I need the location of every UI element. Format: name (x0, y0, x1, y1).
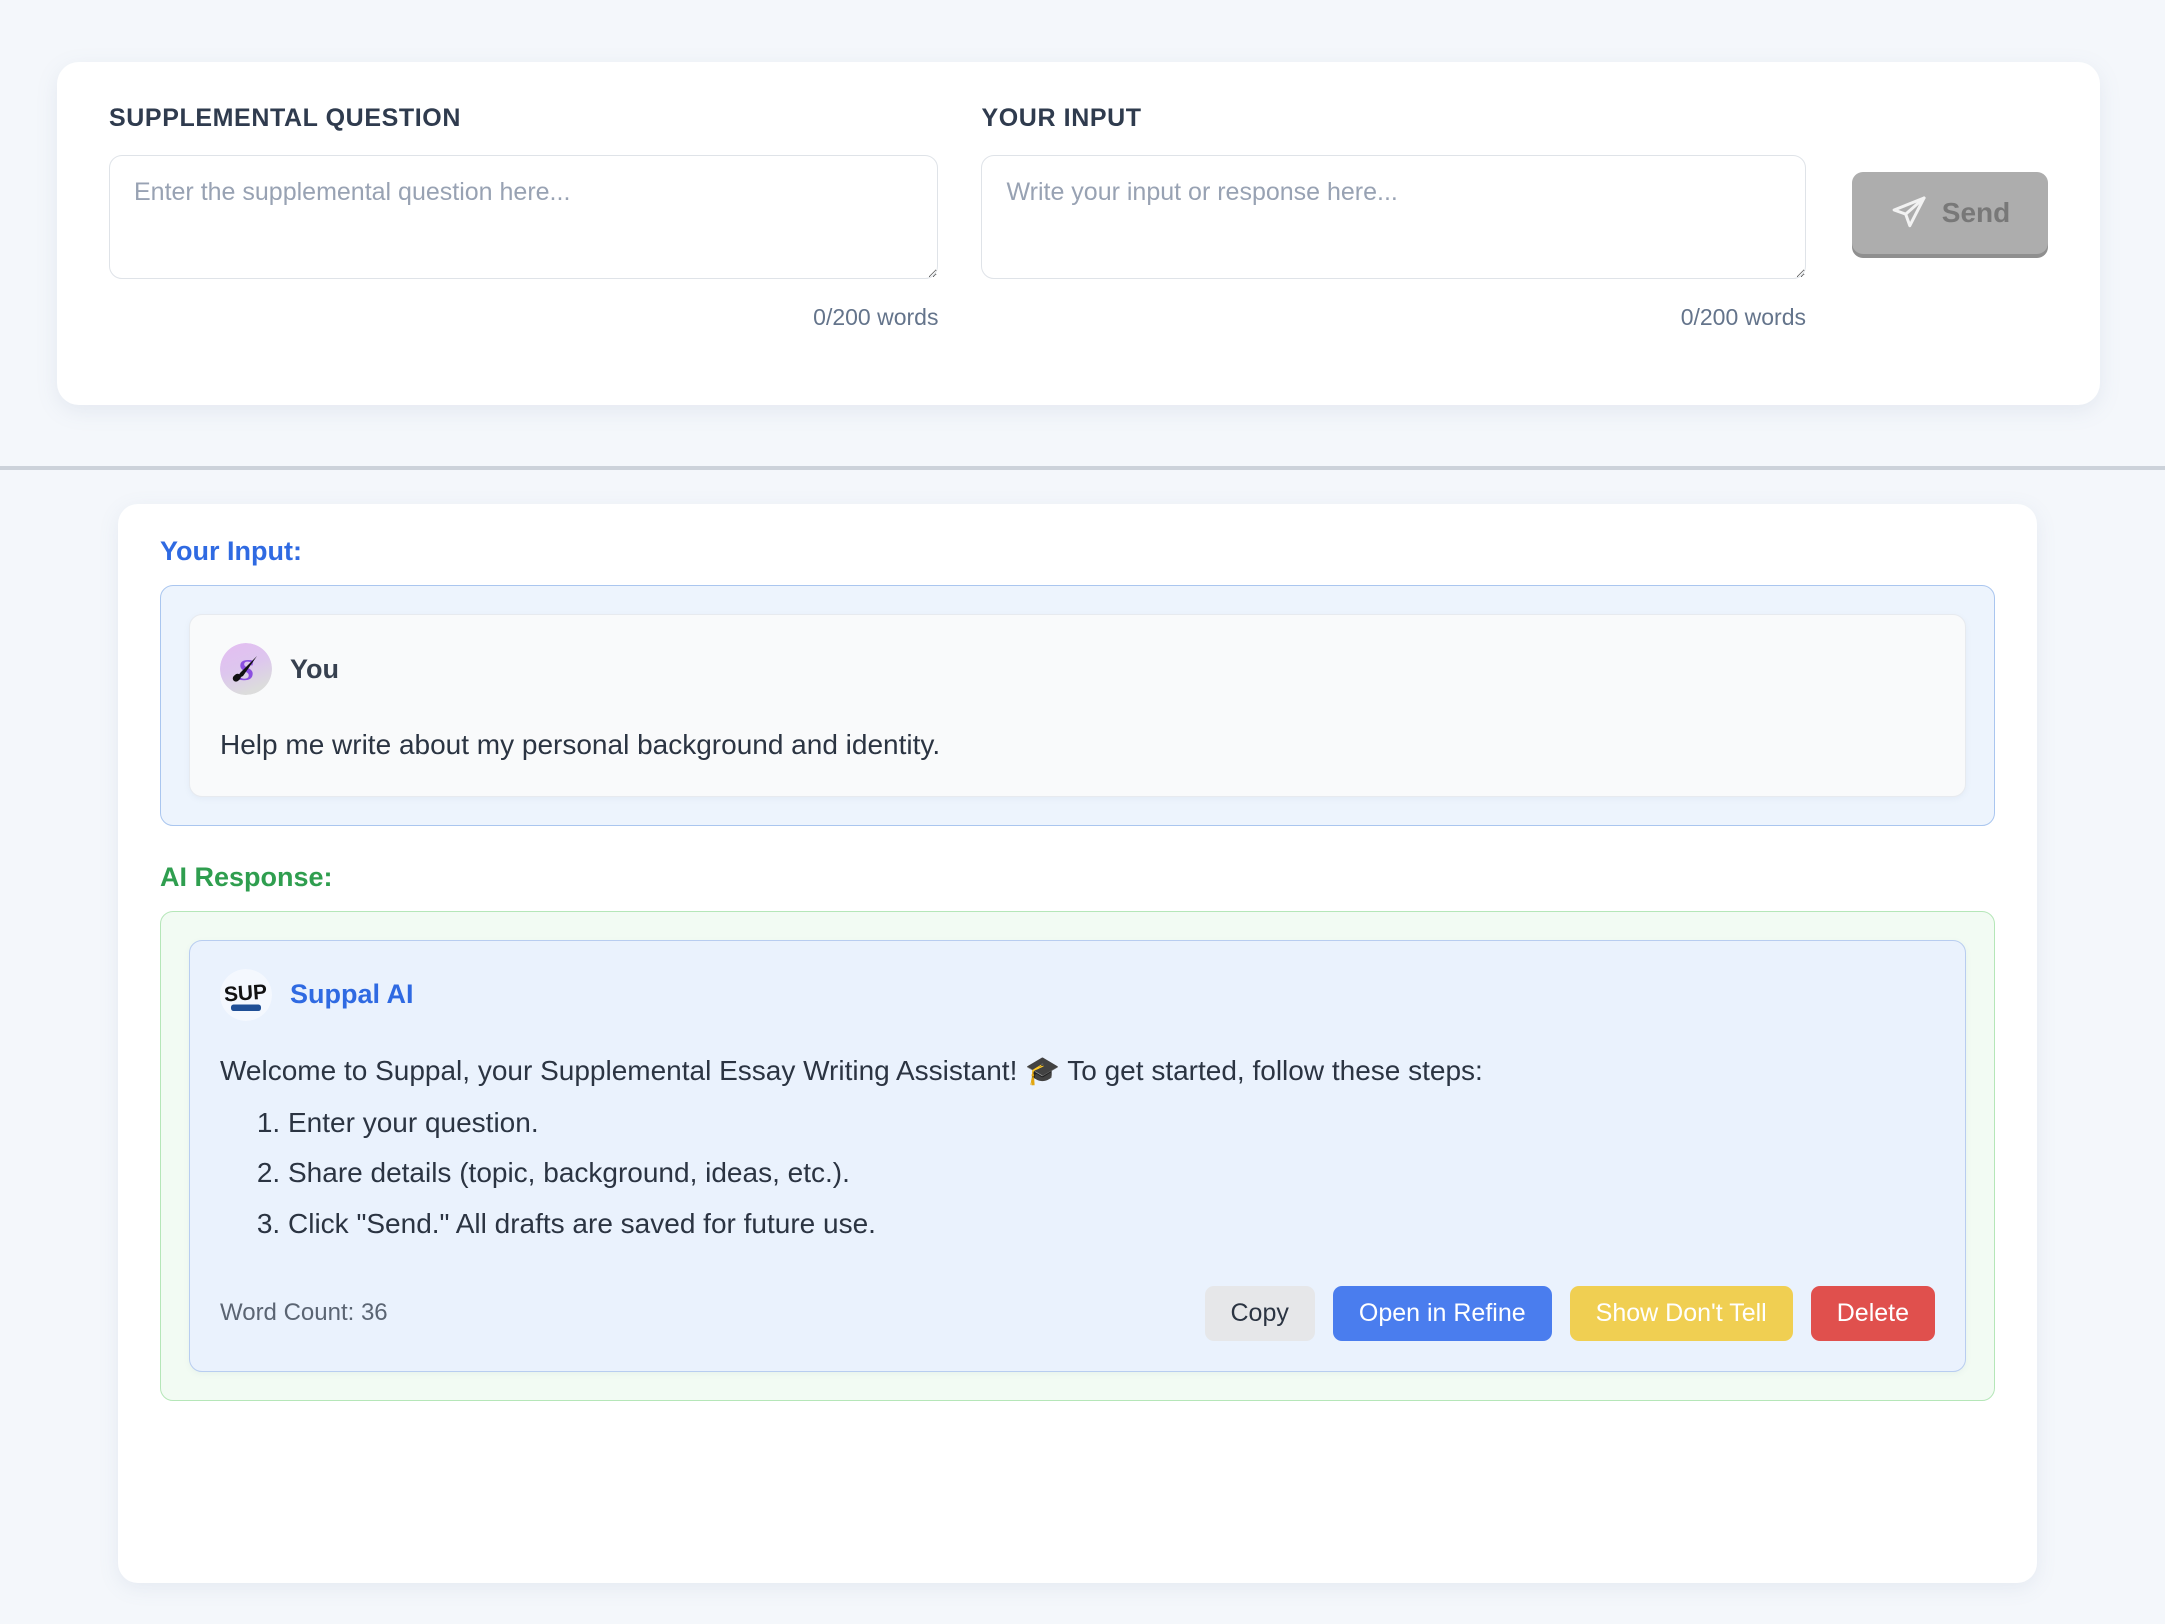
show-dont-tell-button[interactable]: Show Don't Tell (1569, 1285, 1793, 1341)
composer-fields-row: SUPPLEMENTAL QUESTION 0/200 words YOUR I… (57, 62, 2100, 331)
ai-action-row: Word Count: 36 Copy Open in Refine Show … (220, 1285, 1935, 1341)
send-button-container: Send (1852, 104, 2048, 254)
section-divider (0, 466, 2165, 470)
your-input-word-count: 0/200 words (1680, 304, 1806, 330)
ai-message-bubble: SUP Suppal AI Welcome to Suppal, your Su… (189, 939, 1966, 1372)
ai-word-count: Word Count: 36 (220, 1299, 388, 1327)
ai-sender-name: Suppal AI (290, 979, 414, 1010)
send-button-label: Send (1941, 197, 2011, 228)
user-message-bubble: S You Help me write about my personal ba… (189, 614, 1966, 797)
ai-response-section-title: AI Response: (160, 861, 333, 892)
send-paper-plane-icon (1890, 194, 1928, 232)
copy-button[interactable]: Copy (1204, 1285, 1315, 1341)
list-item: Click "Send." All drafts are saved for f… (288, 1205, 1935, 1244)
conversation-panel: Your Input: S (118, 504, 2037, 1583)
your-input-section-title: Your Input: (160, 536, 302, 566)
supplemental-question-field-group: SUPPLEMENTAL QUESTION 0/200 words (109, 104, 939, 331)
supplemental-question-label: SUPPLEMENTAL QUESTION (109, 104, 461, 132)
svg-text:SUP: SUP (223, 980, 268, 1006)
ai-intro-text: Welcome to Suppal, your Supplemental Ess… (220, 1054, 1483, 1086)
send-button[interactable]: Send (1852, 172, 2048, 254)
open-in-refine-button[interactable]: Open in Refine (1332, 1285, 1552, 1341)
list-item: Share details (topic, background, ideas,… (288, 1154, 1935, 1193)
your-input-textarea[interactable] (981, 155, 1806, 279)
list-item: Enter your question. (288, 1104, 1935, 1143)
user-message-outer-box: S You Help me write about my personal ba… (160, 585, 1995, 826)
user-message-header: S You (220, 643, 1935, 695)
supplemental-question-input[interactable] (109, 155, 939, 279)
ai-message-outer-box: SUP Suppal AI Welcome to Suppal, your Su… (160, 910, 1995, 1401)
delete-button[interactable]: Delete (1810, 1285, 1935, 1341)
supplemental-word-count: 0/200 words (813, 304, 939, 330)
ai-action-buttons: Copy Open in Refine Show Don't Tell Dele… (1204, 1285, 1935, 1341)
user-message-text: Help me write about my personal backgrou… (220, 729, 941, 760)
ai-steps-list: Enter your question. Share details (topi… (288, 1104, 1935, 1244)
your-input-label: YOUR INPUT (981, 104, 1142, 132)
your-input-field-group: YOUR INPUT 0/200 words (981, 104, 1806, 331)
ai-message-header: SUP Suppal AI (220, 968, 1935, 1021)
suppal-sup-logo-icon: SUP (220, 968, 272, 1021)
user-sender-name: You (290, 653, 339, 684)
composer-panel: SUPPLEMENTAL QUESTION 0/200 words YOUR I… (57, 62, 2100, 405)
suppal-paintbrush-avatar-icon: S (220, 643, 272, 695)
